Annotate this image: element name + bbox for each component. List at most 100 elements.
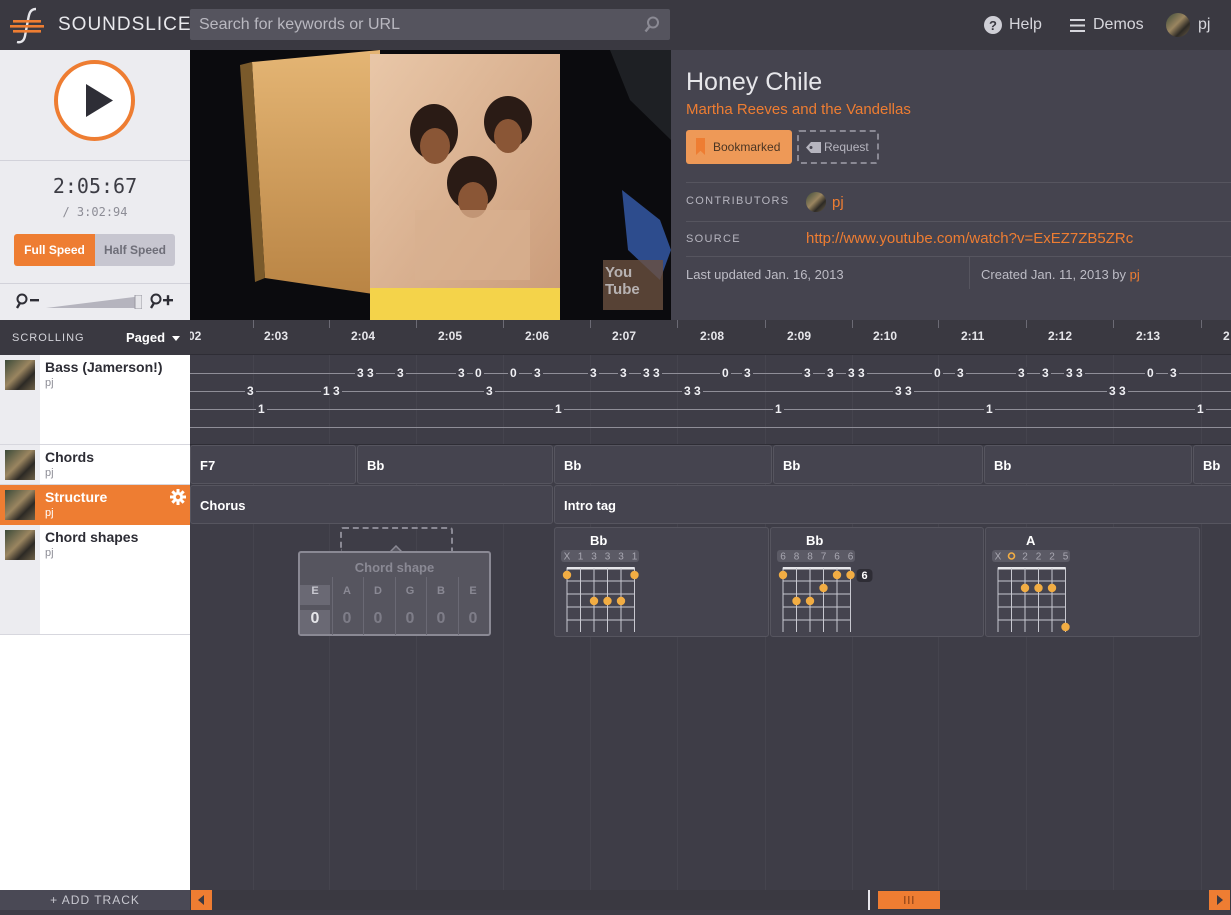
chord-block[interactable]: Bb	[773, 445, 983, 484]
tab-note[interactable]: 0	[508, 367, 519, 379]
fret-input[interactable]: 0	[332, 610, 362, 628]
track-chords[interactable]: Chords pj	[0, 445, 190, 485]
structure-block[interactable]: Chorus	[190, 485, 553, 524]
play-button[interactable]	[54, 60, 135, 141]
tab-note[interactable]: 0	[473, 367, 484, 379]
fret-input[interactable]: 0	[426, 610, 456, 628]
tab-note[interactable]: 3	[395, 367, 406, 379]
tab-note[interactable]: 3 3	[641, 367, 662, 379]
tab-note[interactable]: 3	[1168, 367, 1179, 379]
finger-dot	[603, 596, 612, 606]
tab-note[interactable]: 3	[245, 385, 256, 397]
fret-label: 3	[605, 552, 611, 563]
fret-label: 6	[848, 552, 854, 563]
chord-shape-block[interactable]: AX2225	[985, 527, 1200, 637]
track-thumbnail	[5, 360, 35, 390]
track-structure[interactable]: Structure pj	[0, 485, 190, 525]
tab-note[interactable]: 3	[456, 367, 467, 379]
tab-note[interactable]: 3	[802, 367, 813, 379]
created-by-link[interactable]: pj	[1130, 267, 1140, 282]
timeline-scrollbar[interactable]	[190, 890, 1231, 910]
tab-note[interactable]: 1	[773, 403, 784, 415]
user-menu[interactable]: pj	[1166, 0, 1210, 50]
scroll-thumb[interactable]	[878, 891, 940, 909]
chord-block[interactable]: Bb	[357, 445, 553, 484]
tab-note[interactable]: 3 3	[1107, 385, 1128, 397]
structure-block[interactable]: Intro tag	[554, 485, 1231, 524]
tab-note[interactable]: 3	[1016, 367, 1027, 379]
tab-note[interactable]: 0	[1145, 367, 1156, 379]
chord-block[interactable]: Bb	[1193, 445, 1231, 484]
search-icon[interactable]	[644, 16, 660, 33]
fret-input[interactable]: 0	[363, 610, 393, 628]
tab-note[interactable]: 3	[825, 367, 836, 379]
time-tick-label: 2:13	[1136, 329, 1161, 343]
tab-note[interactable]: 3	[955, 367, 966, 379]
time-tick-mark	[503, 320, 504, 328]
half-speed-button[interactable]: Half Speed	[95, 234, 175, 266]
tab-note[interactable]: 0	[720, 367, 731, 379]
tab-note[interactable]: 3	[532, 367, 543, 379]
tab-note[interactable]: 1	[1195, 403, 1206, 415]
zoom-slider-thumb[interactable]	[134, 295, 142, 309]
chevron-down-icon[interactable]	[172, 336, 180, 341]
chords-row[interactable]: F7 Bb Bb Bb Bb Bb	[190, 445, 1231, 485]
tab-note[interactable]: 1	[256, 403, 267, 415]
scrolling-mode-select[interactable]: Paged	[126, 330, 165, 345]
help-link[interactable]: ? Help	[984, 0, 1042, 50]
time-tick-label: 2	[1223, 329, 1230, 343]
structure-row[interactable]: Chorus Intro tag	[190, 485, 1231, 525]
demos-link[interactable]: Demos	[1070, 0, 1144, 50]
tab-note[interactable]: 3 3	[893, 385, 914, 397]
track-bass[interactable]: Bass (Jamerson!) pj	[0, 355, 190, 445]
bass-tab-row[interactable]: 3 333003333 303333 303333 30331 333 33 3…	[190, 355, 1231, 445]
fret-input[interactable]: 0	[458, 610, 488, 628]
chord-block[interactable]: Bb	[554, 445, 772, 484]
track-name: Bass (Jamerson!)	[45, 359, 163, 375]
chord-shapes-row[interactable]: Chord shape EADGBE000000 Bb X 1 3 3 3 1 Bb 6 8 8 7 6…	[190, 525, 1231, 637]
bookmarked-button[interactable]: Bookmarked	[686, 130, 792, 164]
logo[interactable]: SOUNDSLICE	[10, 6, 192, 44]
tab-note[interactable]: 3	[618, 367, 629, 379]
chord-block[interactable]: Bb	[984, 445, 1192, 484]
contributor-link[interactable]: pj	[806, 192, 844, 212]
time-ruler[interactable]: 02 2:03 2:04 2:05 2:06 2:07 2:08 2:09 2:10 2:11 2:…	[190, 320, 1231, 355]
request-button[interactable]: Request	[797, 130, 879, 164]
timeline[interactable]: 02 2:03 2:04 2:05 2:06 2:07 2:08 2:09 2:10 2:11 2:…	[190, 320, 1231, 890]
source-link[interactable]: http://www.youtube.com/watch?v=ExEZ7ZB5Z…	[806, 230, 1133, 247]
fret-input[interactable]: 0	[395, 610, 425, 628]
tab-note[interactable]: 1	[553, 403, 564, 415]
track-chord-shapes[interactable]: Chord shapes pj	[0, 525, 190, 635]
tab-note[interactable]: 3 3	[1064, 367, 1085, 379]
tab-note[interactable]: 0	[932, 367, 943, 379]
chord-block[interactable]: F7	[190, 445, 356, 484]
tab-note[interactable]: 3	[484, 385, 495, 397]
fret-input[interactable]: 0	[300, 610, 330, 634]
artist-link[interactable]: Martha Reeves and the Vandellas	[686, 101, 911, 118]
search-bar[interactable]: Search for keywords or URL	[190, 9, 670, 40]
gear-icon[interactable]	[170, 489, 186, 505]
zoom-slider[interactable]	[46, 295, 142, 309]
tab-note[interactable]: 3	[588, 367, 599, 379]
zoom-in-icon[interactable]	[150, 293, 174, 309]
nut	[998, 567, 1066, 570]
video-player[interactable]: You Tube	[190, 50, 671, 320]
zoom-out-icon[interactable]	[16, 293, 40, 309]
tab-note[interactable]: 3 3	[846, 367, 867, 379]
full-speed-button[interactable]: Full Speed	[14, 234, 95, 266]
tab-note[interactable]: 3	[742, 367, 753, 379]
tab-note[interactable]: 3 3	[682, 385, 703, 397]
chord-shape-editor[interactable]: Chord shape EADGBE000000	[298, 551, 491, 636]
scroll-right-button[interactable]	[1209, 890, 1230, 910]
add-track-button[interactable]: + ADD TRACK	[0, 890, 190, 910]
tab-note[interactable]: 1	[984, 403, 995, 415]
tab-note[interactable]: 3 3	[355, 367, 376, 379]
search-input[interactable]: Search for keywords or URL	[199, 16, 400, 34]
time-tick-mark	[1026, 320, 1027, 328]
track-owner: pj	[45, 377, 54, 389]
tab-note[interactable]: 3	[1040, 367, 1051, 379]
chord-shape-block[interactable]: Bb 6 8 8 7 6 6 6	[770, 527, 984, 637]
scroll-left-button[interactable]	[191, 890, 212, 910]
chord-shape-block[interactable]: Bb X 1 3 3 3 1	[554, 527, 769, 637]
tab-note[interactable]: 1 3	[321, 385, 342, 397]
